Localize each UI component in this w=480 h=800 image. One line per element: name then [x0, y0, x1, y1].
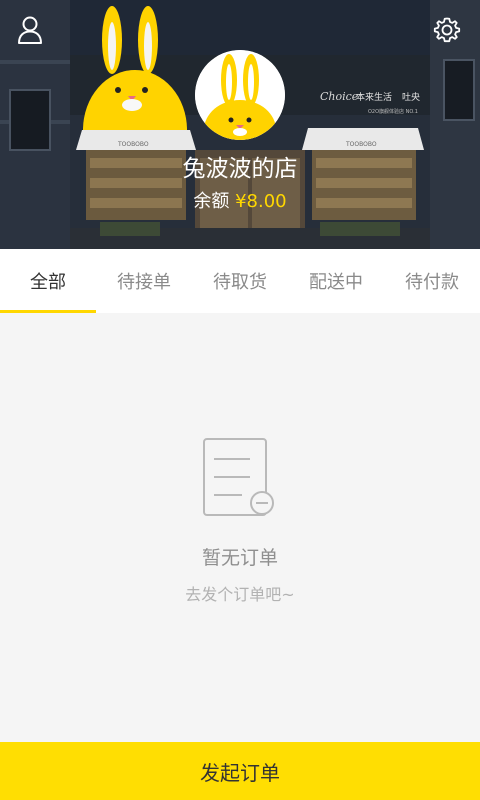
shop-header: TOOBOBO TOOBOBO Choice 本来生活 吐央 O2O旗舰体验店 …	[0, 0, 480, 249]
tab-pending-pickup[interactable]: 待取货	[192, 249, 288, 313]
sign-brand: Choice	[320, 90, 359, 103]
sign-text-3: O2O旗舰体验店 NO.1	[368, 108, 418, 115]
create-order-button[interactable]: 发起订单	[0, 742, 480, 800]
balance-amount: ¥8.00	[235, 191, 287, 212]
rabbit-logo	[195, 50, 285, 140]
balance: 余额 ¥8.00	[0, 190, 480, 214]
user-profile-button[interactable]	[10, 10, 50, 50]
shop-avatar[interactable]	[195, 50, 285, 140]
user-icon	[18, 16, 42, 44]
empty-state: 暂无订单 去发个订单吧~	[0, 313, 480, 742]
empty-subtitle: 去发个订单吧~	[185, 585, 295, 604]
tab-pending-payment[interactable]: 待付款	[384, 249, 480, 313]
tab-all[interactable]: 全部	[0, 249, 96, 313]
settings-button[interactable]	[427, 10, 467, 50]
empty-title: 暂无订单	[201, 547, 278, 569]
awning-text-left: TOOBOBO	[117, 141, 149, 148]
shop-name: 兔波波的店	[182, 156, 298, 182]
document-icon	[203, 438, 274, 516]
sign-text-2: 吐央	[402, 91, 420, 103]
sign-text-1: 本来生活	[356, 91, 392, 103]
tab-pending-accept[interactable]: 待接单	[96, 249, 192, 313]
balance-label: 余额	[193, 191, 230, 212]
tab-delivering[interactable]: 配送中	[288, 249, 384, 313]
awning-text-right: TOOBOBO	[345, 141, 377, 148]
order-status-tabs: 全部 待接单 待取货 配送中 待付款	[0, 249, 480, 313]
gear-icon	[433, 17, 461, 43]
